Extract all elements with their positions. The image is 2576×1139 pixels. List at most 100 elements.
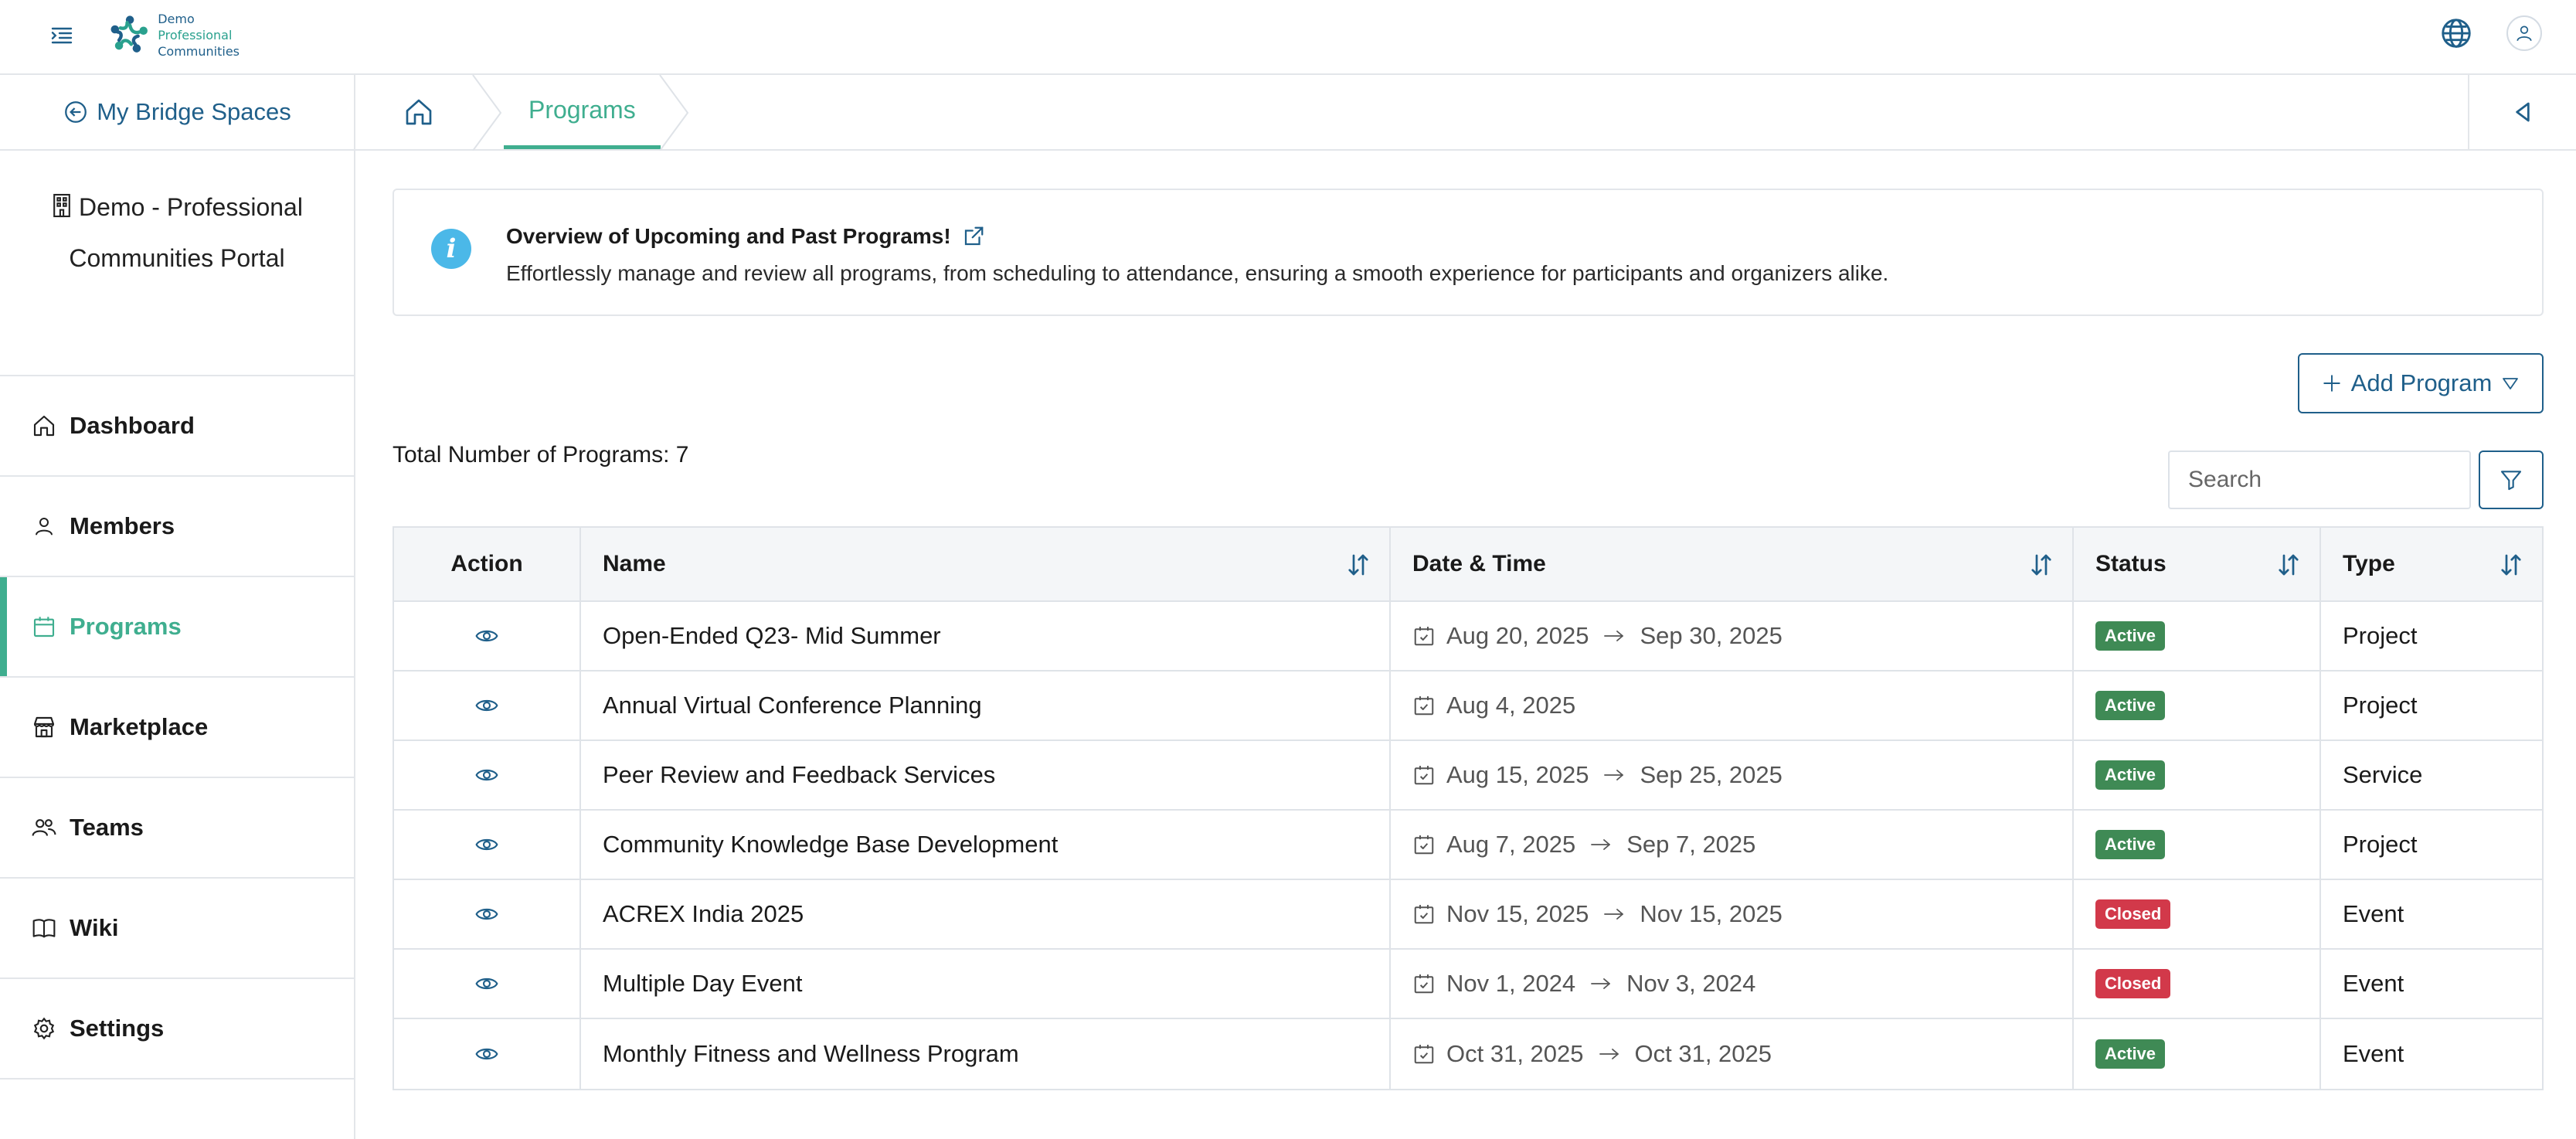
sidebar-item-marketplace[interactable]: Marketplace	[0, 678, 354, 778]
column-header-name[interactable]: Name	[581, 528, 1391, 600]
name-cell: Peer Review and Feedback Services	[581, 741, 1391, 809]
logo-text: Demo Professional Communities	[158, 11, 240, 60]
view-eye-icon[interactable]	[474, 971, 499, 996]
column-header-action: Action	[394, 528, 581, 600]
start-date: Aug 7, 2025	[1446, 831, 1576, 858]
logo-line-3: Communities	[158, 43, 240, 59]
date-cell: Aug 15, 2025 Sep 25, 2025	[1391, 741, 2074, 809]
sidebar-item-dashboard[interactable]: Dashboard	[0, 376, 354, 477]
program-type: Project	[2343, 692, 2418, 719]
column-header-date[interactable]: Date & Time	[1391, 528, 2074, 600]
name-cell: Open-Ended Q23- Mid Summer	[581, 602, 1391, 670]
program-name[interactable]: Annual Virtual Conference Planning	[603, 692, 982, 719]
date-cell: Nov 1, 2024 Nov 3, 2024	[1391, 950, 2074, 1018]
program-type: Service	[2343, 761, 2423, 788]
sidebar-item-teams[interactable]: Teams	[0, 778, 354, 879]
table-row: Open-Ended Q23- Mid Summer Aug 20, 2025 Se…	[394, 602, 2542, 672]
globe-icon[interactable]	[2438, 15, 2474, 51]
status-cell: Active	[2074, 811, 2321, 879]
org-name-line-1: Demo - Professional	[79, 193, 303, 221]
search-input[interactable]	[2168, 450, 2471, 509]
table-row: Multiple Day Event Nov 1, 2024 Nov 3, 2024…	[394, 950, 2542, 1019]
view-eye-icon[interactable]	[474, 902, 499, 926]
view-eye-icon[interactable]	[474, 624, 499, 648]
view-eye-icon[interactable]	[474, 832, 499, 857]
column-header-status[interactable]: Status	[2074, 528, 2321, 600]
status-badge: Active	[2095, 1039, 2166, 1069]
external-link-icon[interactable]	[962, 225, 985, 248]
date-cell: Aug 7, 2025 Sep 7, 2025	[1391, 811, 2074, 879]
sort-icon[interactable]	[2275, 551, 2302, 579]
column-header-type[interactable]: Type	[2321, 528, 2542, 600]
building-icon	[53, 193, 70, 218]
arrow-right-icon	[1598, 1046, 1621, 1062]
filter-button[interactable]	[2479, 450, 2544, 509]
arrow-right-icon	[1589, 837, 1613, 852]
view-eye-icon[interactable]	[474, 1042, 499, 1066]
sidebar-item-wiki[interactable]: Wiki	[0, 879, 354, 979]
program-name[interactable]: ACREX India 2025	[603, 900, 804, 928]
start-date: Nov 1, 2024	[1446, 970, 1576, 997]
logo[interactable]: Demo Professional Communities	[108, 8, 240, 62]
org-name-line-2: Communities Portal	[69, 244, 285, 272]
program-name[interactable]: Community Knowledge Base Development	[603, 831, 1058, 858]
logo-line-2: Professional	[158, 27, 233, 42]
status-badge: Active	[2095, 760, 2166, 790]
back-to-bridge-spaces-link[interactable]: My Bridge Spaces	[0, 75, 354, 151]
info-banner: i Overview of Upcoming and Past Programs…	[393, 189, 2544, 316]
action-cell	[394, 1019, 581, 1089]
sidebar-item-label: Dashboard	[70, 412, 195, 439]
type-cell: Service	[2321, 741, 2542, 809]
info-title: Overview of Upcoming and Past Programs!	[506, 224, 985, 249]
sort-icon[interactable]	[2497, 551, 2525, 579]
logo-mark-icon	[110, 15, 148, 53]
user-avatar-button[interactable]	[2506, 15, 2542, 51]
program-name[interactable]: Open-Ended Q23- Mid Summer	[603, 622, 941, 650]
action-cell	[394, 602, 581, 670]
person-icon	[31, 513, 57, 539]
sort-icon[interactable]	[1344, 551, 1372, 579]
people-icon	[31, 814, 57, 841]
add-program-button[interactable]: Add Program	[2298, 353, 2544, 413]
breadcrumb-home-icon[interactable]	[403, 97, 434, 128]
end-date: Nov 3, 2024	[1626, 970, 1756, 997]
org-name: Demo - Professional Communities Portal	[0, 151, 354, 376]
start-date: Nov 15, 2025	[1446, 900, 1589, 927]
program-name[interactable]: Peer Review and Feedback Services	[603, 761, 995, 789]
view-eye-icon[interactable]	[474, 763, 499, 787]
add-program-label: Add Program	[2350, 369, 2493, 396]
store-icon	[31, 714, 57, 740]
status-badge: Closed	[2095, 969, 2171, 998]
date-cell: Nov 15, 2025 Nov 15, 2025	[1391, 880, 2074, 948]
program-type: Event	[2343, 1040, 2404, 1067]
arrow-right-icon	[1589, 976, 1613, 991]
program-name[interactable]: Monthly Fitness and Wellness Program	[603, 1040, 1019, 1068]
collapse-panel-button[interactable]	[2468, 75, 2576, 149]
breadcrumb-programs[interactable]: Programs	[504, 75, 661, 149]
sidebar-item-settings[interactable]: Settings	[0, 979, 354, 1080]
sort-icon[interactable]	[2027, 551, 2055, 579]
calendar-check-icon	[1412, 694, 1436, 717]
column-header-label: Status	[2095, 551, 2166, 576]
arrow-right-icon	[1602, 628, 1626, 644]
status-badge: Active	[2095, 621, 2166, 651]
status-badge: Active	[2095, 830, 2166, 859]
program-type: Event	[2343, 900, 2404, 927]
program-type: Project	[2343, 831, 2418, 858]
action-cell	[394, 950, 581, 1018]
sidebar-item-label: Marketplace	[70, 713, 209, 740]
caret-left-icon	[2516, 102, 2530, 122]
filter-icon	[2500, 471, 2522, 491]
view-eye-icon[interactable]	[474, 693, 499, 718]
action-cell	[394, 880, 581, 948]
sidebar-item-programs[interactable]: Programs	[0, 577, 354, 678]
arrow-right-icon	[1602, 767, 1626, 783]
book-icon	[31, 915, 57, 941]
program-name[interactable]: Multiple Day Event	[603, 970, 802, 998]
menu-toggle-icon[interactable]	[48, 22, 76, 49]
breadcrumb: Programs	[355, 75, 2576, 151]
sidebar: My Bridge Spaces Demo - Professional Com…	[0, 75, 355, 1139]
start-date: Aug 15, 2025	[1446, 761, 1589, 788]
sidebar-item-members[interactable]: Members	[0, 477, 354, 577]
column-header-label: Action	[450, 551, 523, 576]
